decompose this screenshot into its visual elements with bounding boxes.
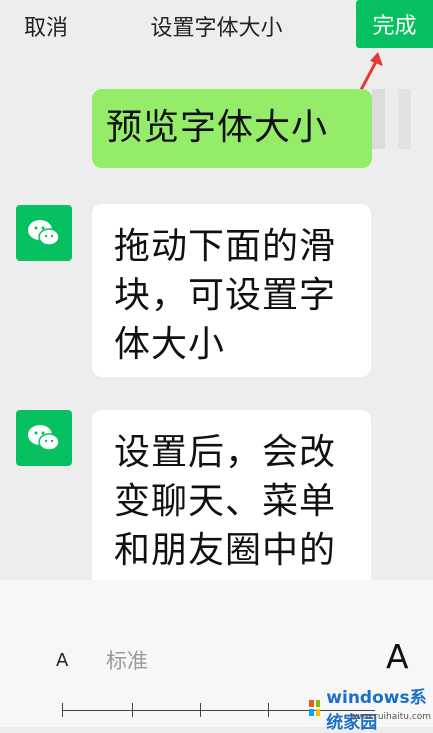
- large-font-label: A: [386, 637, 409, 676]
- slider-tick[interactable]: [200, 703, 201, 717]
- message-bubble-other: 设置后，会改 变聊天、菜单 和朋友圈中的 字体大小。如: [92, 410, 371, 600]
- windows-logo-icon: [309, 700, 321, 716]
- wechat-avatar-icon: [16, 205, 72, 261]
- watermark-url: www.ruihaitu.com: [350, 712, 432, 722]
- avatar-self: [372, 89, 424, 149]
- message-line: 块，可设置字: [114, 275, 337, 316]
- wechat-avatar-icon: [16, 410, 72, 466]
- message-text: 预览字体大小: [106, 107, 329, 148]
- top-bar: 取消 设置字体大小 完成: [0, 0, 433, 52]
- watermark-text: windows系统家园: [326, 688, 427, 733]
- message-bubble-self: 预览字体大小: [92, 89, 372, 168]
- message-bubble-other: 拖动下面的滑 块，可设置字 体大小: [92, 204, 371, 377]
- message-line: 体大小: [114, 324, 226, 365]
- small-font-label: A: [56, 650, 69, 671]
- slider-tick[interactable]: [132, 703, 133, 717]
- message-line: 设置后，会改: [114, 432, 337, 473]
- message-line: 和朋友圈中的: [114, 530, 337, 571]
- done-button[interactable]: 完成: [356, 0, 433, 48]
- message-line: 变聊天、菜单: [114, 481, 337, 522]
- message-line: 拖动下面的滑: [114, 226, 337, 267]
- slider-tick[interactable]: [268, 703, 269, 717]
- slider-tick[interactable]: [62, 703, 63, 717]
- standard-label: 标准: [106, 649, 148, 673]
